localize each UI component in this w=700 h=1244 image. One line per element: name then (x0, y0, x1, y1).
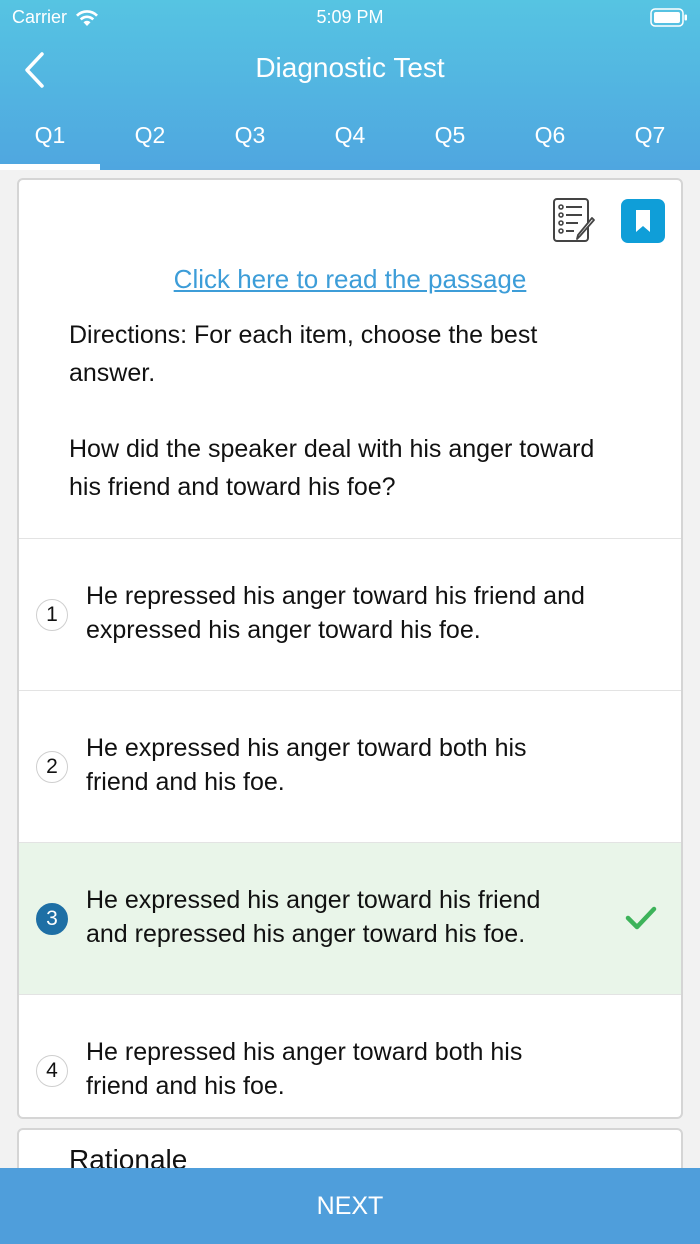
question-tabs: Q1 Q2 Q3 Q4 Q5 Q6 Q7 (0, 112, 700, 170)
option-text: He repressed his anger toward his friend… (86, 582, 585, 644)
tab-q5[interactable]: Q5 (400, 112, 500, 170)
notes-icon[interactable] (552, 196, 598, 244)
battery-icon (650, 8, 687, 27)
answer-option-4[interactable]: 4 He repressed his anger toward both his… (19, 994, 681, 1117)
next-button[interactable]: NEXT (0, 1168, 700, 1244)
option-number: 1 (36, 599, 68, 631)
checkmark-icon (625, 906, 657, 930)
option-number: 4 (36, 1055, 68, 1087)
option-text: He repressed his anger toward both his f… (86, 1038, 523, 1100)
answer-option-3[interactable]: 3 He expressed his anger toward his frie… (19, 842, 681, 994)
tab-q4[interactable]: Q4 (300, 112, 400, 170)
bookmark-button[interactable] (621, 199, 665, 243)
page-title: Diagnostic Test (255, 52, 445, 83)
answer-option-2[interactable]: 2 He expressed his anger toward both his… (19, 690, 681, 842)
tab-q3[interactable]: Q3 (200, 112, 300, 170)
status-time: 5:09 PM (316, 7, 384, 27)
directions-text: Directions: For each item, choose the be… (69, 321, 538, 387)
option-number: 2 (36, 751, 68, 783)
tab-q2[interactable]: Q2 (100, 112, 200, 170)
status-bar: Carrier 5:09 PM (0, 0, 700, 36)
app-header: Carrier 5:09 PM Diagnostic Test Q1 Q2 Q3… (0, 0, 700, 170)
answer-option-1[interactable]: 1 He repressed his anger toward his frie… (19, 538, 681, 690)
option-text: He expressed his anger toward his friend… (86, 886, 541, 948)
option-text: He expressed his anger toward both his f… (86, 734, 527, 796)
tab-q6[interactable]: Q6 (500, 112, 600, 170)
question-text: How did the speaker deal with his anger … (69, 435, 595, 501)
answer-options: 1 He repressed his anger toward his frie… (19, 538, 681, 1117)
question-card: Click here to read the passage Direction… (17, 178, 683, 1119)
tab-q7[interactable]: Q7 (600, 112, 700, 170)
tab-q1[interactable]: Q1 (0, 112, 100, 170)
read-passage-link[interactable]: Click here to read the passage (19, 264, 681, 295)
option-number: 3 (36, 903, 68, 935)
bookmark-icon (636, 210, 650, 232)
